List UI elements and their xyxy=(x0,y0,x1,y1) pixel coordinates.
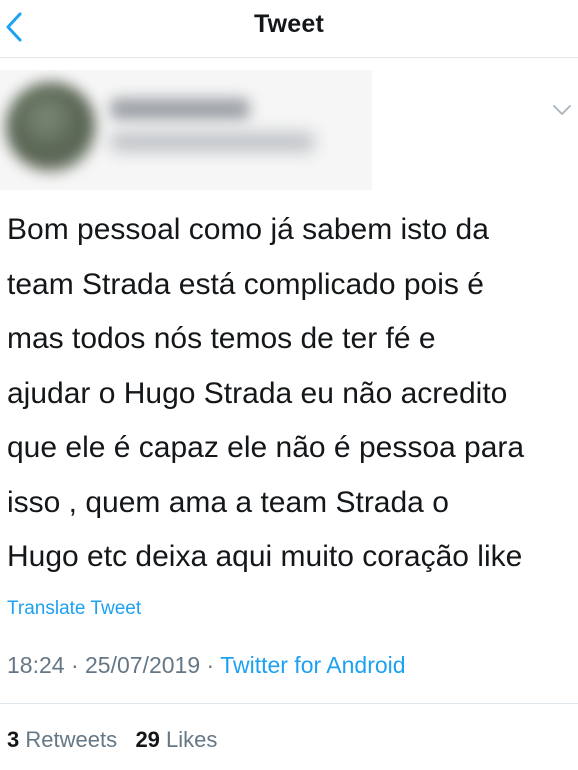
separator: · xyxy=(206,652,215,678)
tweet-menu-button[interactable] xyxy=(552,103,572,117)
retweets-count: 3 xyxy=(7,727,20,752)
translate-tweet-link[interactable]: Translate Tweet xyxy=(7,598,141,620)
tweet-source-link[interactable]: Twitter for Android xyxy=(220,652,405,678)
likes-stat[interactable]: 29 Likes xyxy=(135,727,217,752)
tweet-text: Bom pessoal como já sabem isto da team S… xyxy=(7,203,575,585)
tweet-text-line: que ele é capaz ele não é pessoa para xyxy=(7,431,525,464)
likes-count: 29 xyxy=(135,727,160,752)
likes-label: Likes xyxy=(166,727,218,752)
tweet-text-line: isso , quem ama a team Strada o xyxy=(7,485,449,519)
navigation-bar: Tweet xyxy=(0,0,578,58)
separator: · xyxy=(70,652,79,678)
author-handle xyxy=(110,132,315,152)
author-display-name[interactable] xyxy=(110,98,250,120)
avatar[interactable] xyxy=(6,82,96,172)
tweet-time: 18:24 xyxy=(7,652,65,678)
tweet-stats: 3 Retweets 29 Likes xyxy=(7,727,217,753)
retweets-stat[interactable]: 3 Retweets xyxy=(7,727,117,752)
tweet-text-line: mas todos nós temos de ter fé e xyxy=(7,322,436,355)
divider xyxy=(0,703,578,704)
tweet-text-line: Hugo etc deixa aqui muito coração like xyxy=(7,540,523,573)
tweet-text-line: ajudar o Hugo Strada eu não acredito xyxy=(7,376,508,410)
tweet-text-line: team Strada está complicado pois é xyxy=(7,267,484,301)
page-title: Tweet xyxy=(254,10,324,38)
tweet-date: 25/07/2019 xyxy=(85,652,201,678)
author-header[interactable] xyxy=(0,70,372,190)
chevron-down-icon xyxy=(553,105,571,115)
retweets-label: Retweets xyxy=(25,727,118,752)
tweet-text-line: Bom pessoal como já sabem isto da xyxy=(7,213,489,246)
tweet-metadata: 18:24 · 25/07/2019 · Twitter for Android xyxy=(7,652,406,679)
